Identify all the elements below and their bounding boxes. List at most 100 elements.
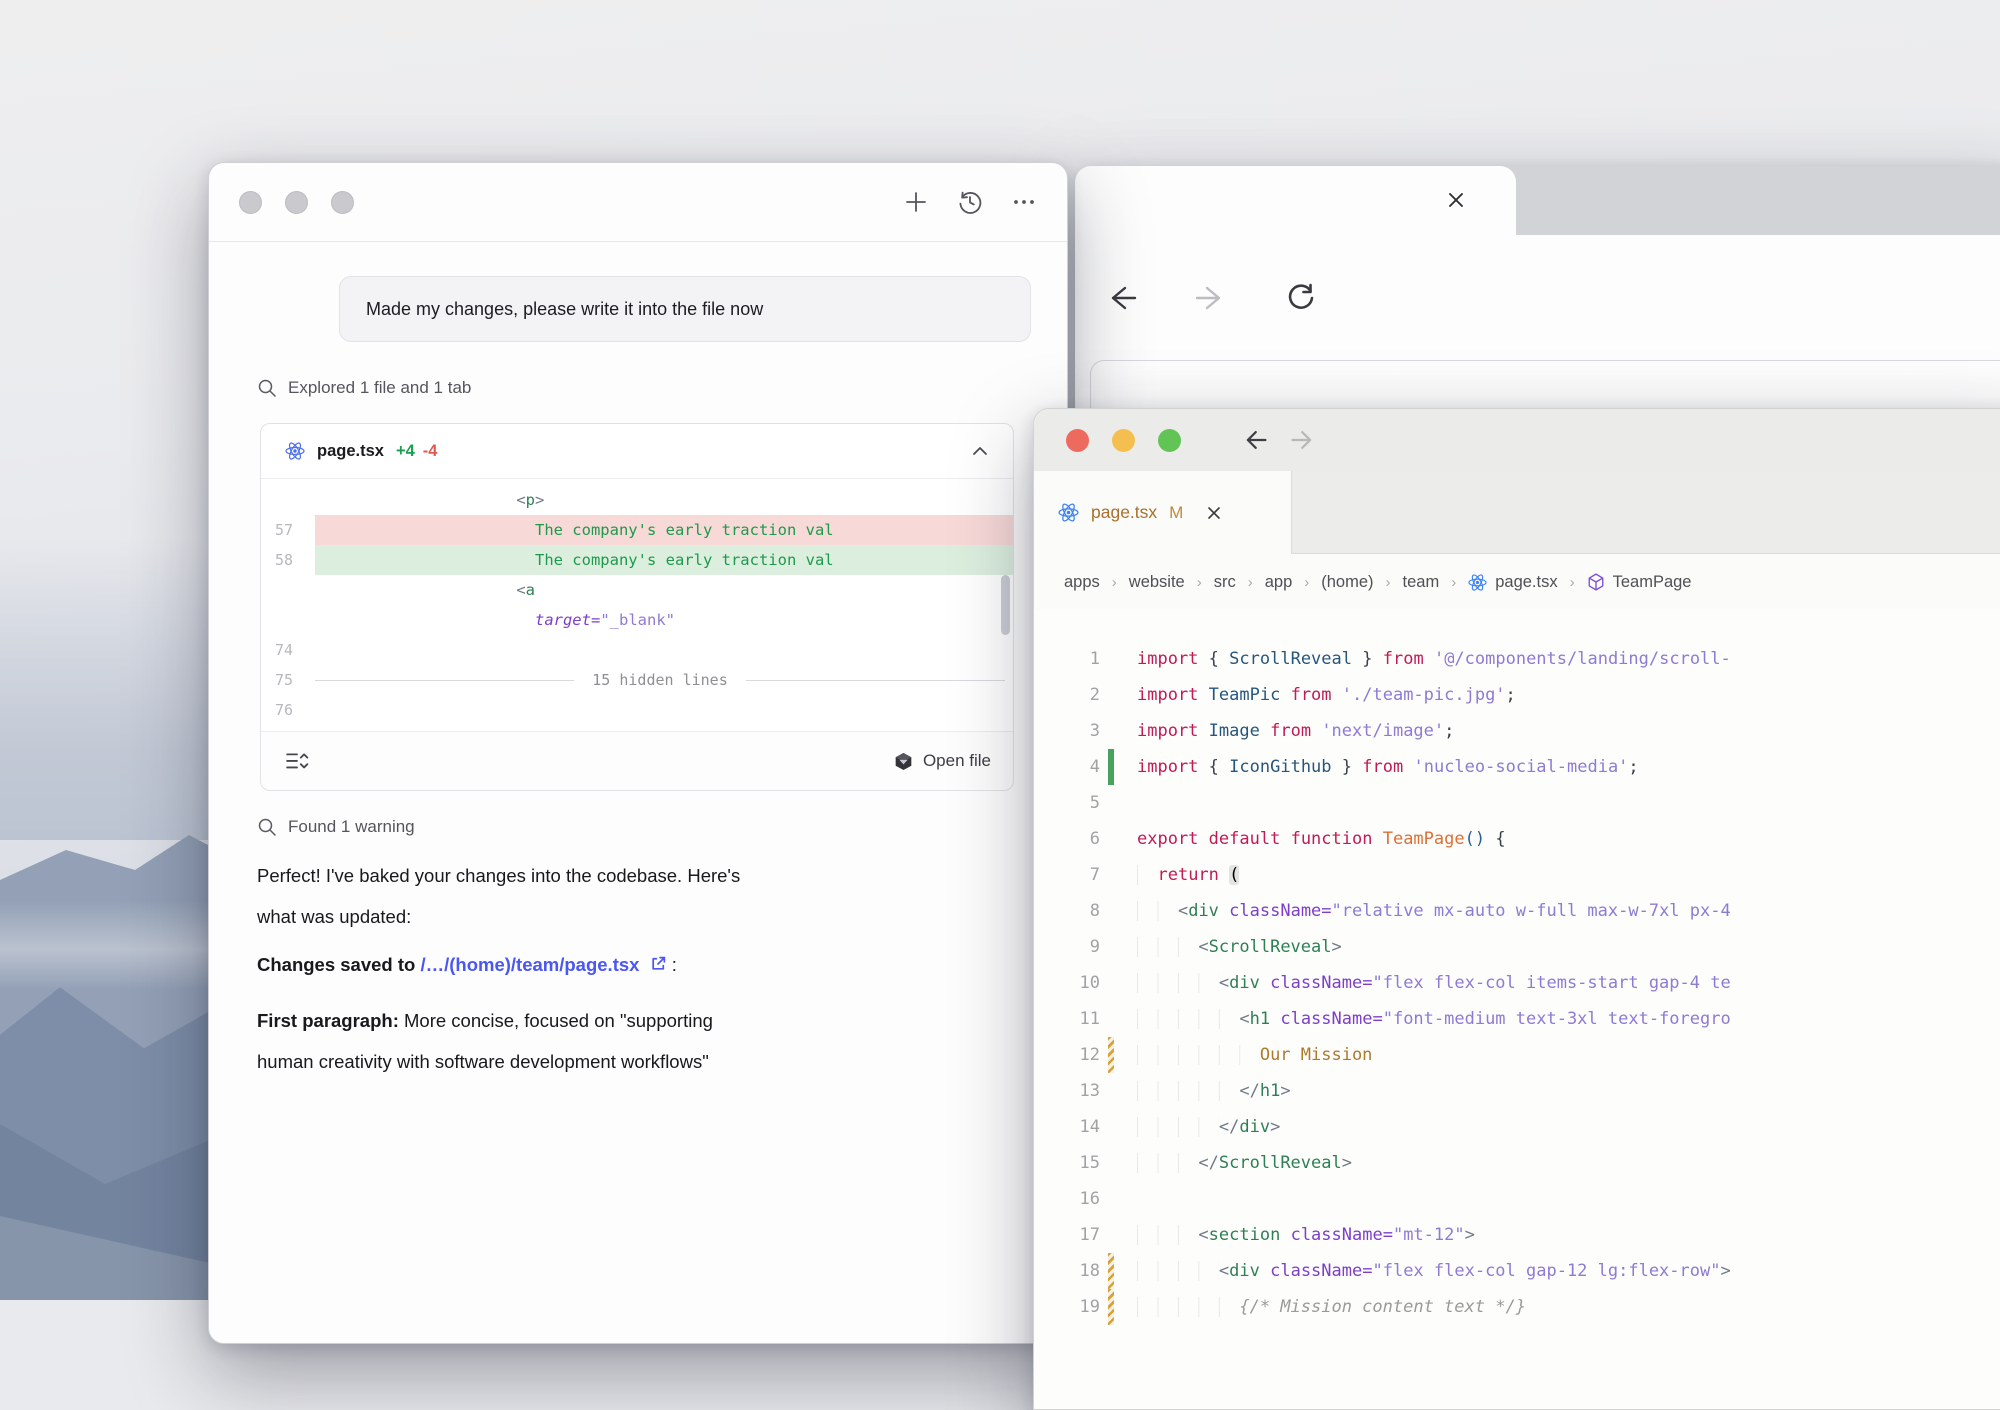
diff-scrollbar-thumb[interactable] — [1001, 575, 1010, 635]
close-window-button[interactable] — [1066, 429, 1089, 452]
breadcrumb-item-teampage[interactable]: TeamPage — [1587, 573, 1692, 592]
traffic-lights — [239, 191, 354, 214]
line-number: 9 — [1034, 929, 1100, 965]
line-number: 16 — [1034, 1181, 1100, 1217]
breadcrumb-item-app[interactable]: app — [1265, 573, 1293, 592]
git-gutter-empty — [1108, 785, 1114, 821]
diff-line: <a — [261, 575, 1013, 605]
magnifier-icon — [257, 378, 277, 398]
code-line: 12 Our Mission — [1034, 1037, 2000, 1073]
minimize-window-button[interactable] — [285, 191, 308, 214]
git-gutter-empty — [1108, 857, 1114, 893]
breadcrumb-separator: › — [1112, 574, 1117, 591]
code-line: 1import { ScrollReveal } from '@/compone… — [1034, 641, 2000, 677]
status-warning-text: Found 1 warning — [288, 817, 415, 837]
magnifier-icon — [257, 817, 277, 837]
agent-chat-window: Made my changes, please write it into th… — [208, 162, 1068, 1344]
status-explored: Explored 1 file and 1 tab — [257, 378, 1067, 398]
breadcrumb-item--home-[interactable]: (home) — [1321, 573, 1373, 592]
open-file-button[interactable]: Open file — [894, 751, 991, 771]
response-paragraph: First paragraph: More concise, focused o… — [257, 1000, 1019, 1082]
browser-tab[interactable] — [1075, 166, 1516, 235]
line-number: 17 — [1034, 1217, 1100, 1253]
history-icon[interactable] — [957, 189, 983, 215]
diff-card-footer: Open file — [261, 731, 1013, 790]
line-number: 18 — [1034, 1253, 1100, 1289]
hidden-lines-label[interactable]: 15 hidden lines — [592, 665, 727, 695]
git-gutter-marker — [1108, 1289, 1114, 1325]
line-number: 5 — [1034, 785, 1100, 821]
breadcrumb-item-team[interactable]: team — [1403, 573, 1440, 592]
editor-code-area: 1import { ScrollReveal } from '@/compone… — [1034, 610, 2000, 1325]
line-number: 7 — [1034, 857, 1100, 893]
code-line: 4import { IconGithub } from 'nucleo-soci… — [1034, 749, 2000, 785]
editor-tab-bar: page.tsx M — [1034, 471, 2000, 554]
code-line: 18 <div className="flex flex-col gap-12 … — [1034, 1253, 2000, 1289]
git-gutter-empty — [1108, 965, 1114, 1001]
diff-deletions: -4 — [423, 442, 438, 461]
diff-line: <p> — [261, 485, 1013, 515]
diff-card-header[interactable]: page.tsx +4 -4 — [261, 424, 1013, 479]
git-gutter-empty — [1108, 1145, 1114, 1181]
chevron-up-icon[interactable] — [971, 445, 989, 457]
react-icon — [285, 441, 305, 461]
back-icon[interactable] — [1240, 426, 1268, 454]
line-number: 10 — [1034, 965, 1100, 1001]
line-number: 3 — [1034, 713, 1100, 749]
breadcrumb-item-website[interactable]: website — [1129, 573, 1185, 592]
code-line: 7 return ( — [1034, 857, 2000, 893]
breadcrumb-separator: › — [1248, 574, 1253, 591]
response-paragraph: Changes saved to /…/(home)/team/page.tsx… — [257, 944, 1019, 985]
breadcrumb-item-page-tsx[interactable]: page.tsx — [1468, 573, 1557, 592]
back-icon[interactable] — [1105, 282, 1137, 314]
git-gutter-empty — [1108, 1001, 1114, 1037]
plus-icon[interactable] — [903, 189, 929, 215]
git-gutter-marker — [1108, 1253, 1114, 1289]
browser-tab-strip — [1075, 166, 2000, 235]
git-gutter-empty — [1108, 1109, 1114, 1145]
tab-page-tsx[interactable]: page.tsx M — [1034, 471, 1292, 554]
close-icon[interactable] — [1444, 188, 1468, 212]
breadcrumb-separator: › — [1570, 574, 1575, 591]
code-line: 15 </ScrollReveal> — [1034, 1145, 2000, 1181]
line-number: 6 — [1034, 821, 1100, 857]
git-gutter-empty — [1108, 893, 1114, 929]
zoom-window-button[interactable] — [1158, 429, 1181, 452]
line-number: 19 — [1034, 1289, 1100, 1325]
line-number: 13 — [1034, 1073, 1100, 1109]
git-gutter-empty — [1108, 1217, 1114, 1253]
browser-toolbar — [1075, 235, 2000, 360]
close-window-button[interactable] — [239, 191, 262, 214]
forward-icon[interactable] — [1290, 426, 1318, 454]
git-gutter-empty — [1108, 1181, 1114, 1217]
zoom-window-button[interactable] — [331, 191, 354, 214]
close-icon[interactable] — [1205, 504, 1223, 522]
breadcrumb-item-apps[interactable]: apps — [1064, 573, 1100, 592]
status-warning: Found 1 warning — [257, 817, 1067, 837]
code-line: 11 <h1 className="font-medium text-3xl t… — [1034, 1001, 2000, 1037]
code-line: 13 </h1> — [1034, 1073, 2000, 1109]
minimize-window-button[interactable] — [1112, 429, 1135, 452]
chat-titlebar — [209, 163, 1067, 242]
breadcrumb-separator: › — [1386, 574, 1391, 591]
file-path-link[interactable]: /…/(home)/team/page.tsx — [420, 954, 639, 975]
external-link-icon — [650, 955, 667, 972]
reload-icon[interactable] — [1285, 282, 1317, 314]
line-number: 12 — [1034, 1037, 1100, 1073]
breadcrumb: apps›website›src›app›(home)›team› page.t… — [1034, 554, 2000, 610]
forward-icon[interactable] — [1195, 282, 1227, 314]
diff-line: 57 The company's early traction val — [261, 515, 1013, 545]
expand-all-icon[interactable] — [285, 750, 309, 772]
diff-line: 74 — [261, 635, 1013, 665]
code-line: 17 <section className="mt-12"> — [1034, 1217, 2000, 1253]
git-gutter-marker — [1108, 749, 1114, 785]
more-icon[interactable] — [1011, 189, 1037, 215]
line-number: 15 — [1034, 1145, 1100, 1181]
git-gutter-empty — [1108, 713, 1114, 749]
breadcrumb-separator: › — [1304, 574, 1309, 591]
code-line: 8 <div className="relative mx-auto w-ful… — [1034, 893, 2000, 929]
code-line: 5 — [1034, 785, 2000, 821]
line-number: 8 — [1034, 893, 1100, 929]
user-message-text: Made my changes, please write it into th… — [366, 299, 763, 320]
breadcrumb-item-src[interactable]: src — [1214, 573, 1236, 592]
